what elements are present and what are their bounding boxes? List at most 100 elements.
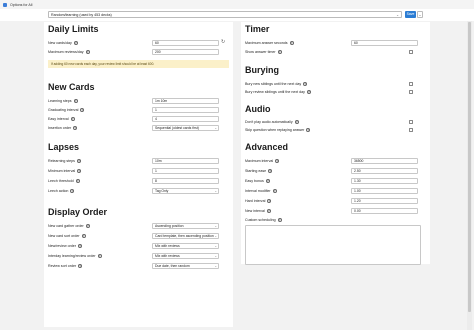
leech-action-label: Leech action	[48, 189, 69, 193]
max-reviews-day-input[interactable]: 200	[152, 49, 219, 55]
interval-modifier-input[interactable]: 1.00	[351, 188, 418, 194]
review-sort-order-select[interactable]: Due date, then random ⌄	[152, 263, 219, 269]
leech-action-select[interactable]: Tag Only ⌄	[152, 188, 219, 194]
bury-new-siblings-checkbox[interactable]	[409, 82, 413, 86]
max-answer-seconds-input[interactable]: 60	[351, 40, 418, 46]
interday-order-value: Mix with reviews	[155, 254, 180, 258]
help-icon[interactable]: ?	[294, 120, 299, 124]
section-title-timer: Timer	[245, 24, 270, 34]
help-icon[interactable]: ?	[268, 169, 273, 173]
chevron-down-icon: ⌄	[214, 234, 217, 238]
preset-select-value: Random/learning (used by 453 decks)	[51, 13, 112, 17]
new-review-order-label: New/review order	[48, 244, 76, 248]
help-icon[interactable]: ?	[97, 254, 102, 258]
hard-interval-input[interactable]: 1.20	[351, 198, 418, 204]
insertion-order-select[interactable]: Sequential (oldest cards first) ⌄	[152, 125, 219, 131]
help-icon[interactable]: ?	[265, 179, 270, 183]
save-button[interactable]: Save	[405, 11, 416, 18]
easy-interval-input[interactable]: 4	[152, 116, 219, 122]
chevron-down-icon: ⌄	[214, 254, 217, 258]
new-interval-input[interactable]: 0.00	[351, 208, 418, 214]
new-review-order-select[interactable]: Mix with reviews ⌄	[152, 243, 219, 249]
new-sort-order-select[interactable]: Card template, then ascending position ⌄	[152, 233, 219, 239]
row-bury-review-siblings: Bury review siblings until the next day …	[245, 89, 426, 95]
relearning-steps-input[interactable]: 10m	[152, 158, 219, 164]
new-sort-order-label: New card sort order	[48, 234, 80, 238]
learning-steps-input[interactable]: 1m 10m	[152, 98, 219, 104]
chevron-down-icon: ⌄	[214, 264, 217, 268]
help-icon[interactable]: ?	[306, 128, 311, 132]
row-dont-play-audio: Don't play audio automatically ?	[245, 119, 426, 125]
help-icon[interactable]: ?	[70, 117, 75, 121]
graduating-interval-input[interactable]: 1	[152, 107, 219, 113]
hard-interval-label: Hard interval	[245, 199, 266, 203]
help-icon[interactable]: ?	[77, 244, 82, 248]
help-icon[interactable]: ?	[275, 159, 280, 163]
chevron-down-icon: ⌄	[214, 189, 217, 193]
help-icon[interactable]: ?	[85, 224, 90, 228]
easy-bonus-label: Easy bonus	[245, 179, 264, 183]
interday-order-label: Interday learning/review order	[48, 254, 96, 258]
max-reviews-day-label: Maximum reviews/day	[48, 50, 84, 54]
dont-play-audio-checkbox[interactable]	[409, 120, 413, 124]
left-column: Daily Limits New cards/day ? 60 ↻ Maximu…	[44, 22, 233, 327]
help-icon[interactable]: ?	[80, 108, 85, 112]
insertion-order-value: Sequential (oldest cards first)	[155, 126, 199, 130]
reset-icon[interactable]: ↻	[221, 40, 225, 45]
max-interval-label: Maximum interval	[245, 159, 274, 163]
custom-scheduling-label: Custom scheduling	[245, 218, 276, 222]
max-interval-input[interactable]: 36500	[351, 158, 418, 164]
new-sort-order-value: Card template, then ascending position	[155, 234, 214, 238]
chevron-down-icon: ⌄	[214, 224, 217, 228]
title-bar: Options for All	[0, 0, 474, 9]
bury-review-siblings-label: Bury review siblings until the next day	[245, 90, 305, 94]
review-sort-order-value: Due date, then random	[155, 264, 190, 268]
leech-threshold-input[interactable]: 8	[152, 178, 219, 184]
interday-order-select[interactable]: Mix with reviews ⌄	[152, 253, 219, 259]
row-custom-scheduling: Custom scheduling ?	[245, 217, 426, 223]
review-limit-warning: If adding 60 new cards each day, your re…	[48, 60, 229, 68]
bury-new-siblings-label: Bury new siblings until the next day	[245, 82, 302, 86]
new-gather-order-select[interactable]: Ascending position ⌄	[152, 223, 219, 229]
scrollbar-thumb[interactable]	[468, 22, 471, 312]
help-icon[interactable]: ?	[75, 179, 80, 183]
help-icon[interactable]: ?	[78, 264, 83, 268]
help-icon[interactable]: ?	[73, 41, 78, 45]
row-skip-question: Skip question when replaying answer ?	[245, 127, 426, 133]
help-icon[interactable]: ?	[85, 50, 90, 54]
row-bury-new-siblings: Bury new siblings until the next day ?	[245, 81, 426, 87]
help-icon[interactable]: ?	[277, 50, 282, 54]
help-icon[interactable]: ?	[77, 169, 82, 173]
help-icon[interactable]: ?	[303, 82, 308, 86]
right-column: Timer Maximum answer seconds ? 60 Show a…	[241, 22, 430, 265]
help-icon[interactable]: ?	[272, 189, 277, 193]
skip-question-checkbox[interactable]	[409, 128, 413, 132]
help-icon[interactable]: ?	[70, 189, 75, 193]
minimum-interval-input[interactable]: 1	[152, 168, 219, 174]
starting-ease-input[interactable]: 2.50	[351, 168, 418, 174]
options-content: Daily Limits New cards/day ? 60 ↻ Maximu…	[0, 21, 474, 330]
leech-action-value: Tag Only	[155, 189, 169, 193]
preset-select[interactable]: Random/learning (used by 453 decks) ⌄	[48, 11, 402, 18]
save-options-button[interactable]: ⌄	[417, 11, 423, 18]
easy-bonus-input[interactable]: 1.30	[351, 178, 418, 184]
custom-scheduling-textarea[interactable]	[245, 225, 421, 265]
help-icon[interactable]: ?	[73, 126, 78, 130]
help-icon[interactable]: ?	[73, 99, 78, 103]
bury-review-siblings-checkbox[interactable]	[409, 90, 413, 94]
show-answer-timer-checkbox[interactable]	[409, 50, 413, 54]
help-icon[interactable]: ?	[277, 218, 282, 222]
help-icon[interactable]: ?	[81, 234, 86, 238]
new-review-order-value: Mix with reviews	[155, 244, 180, 248]
new-cards-day-input[interactable]: 60	[152, 40, 219, 46]
easy-interval-label: Easy interval	[48, 117, 69, 121]
row-show-answer-timer: Show answer timer ?	[245, 49, 426, 55]
help-icon[interactable]: ?	[76, 159, 81, 163]
help-icon[interactable]: ?	[289, 41, 294, 45]
section-title-lapses: Lapses	[48, 142, 80, 152]
help-icon[interactable]: ?	[267, 199, 272, 203]
starting-ease-label: Starting ease	[245, 169, 267, 173]
new-gather-order-label: New card gather order	[48, 224, 84, 228]
help-icon[interactable]: ?	[266, 209, 271, 213]
help-icon[interactable]: ?	[306, 90, 311, 94]
